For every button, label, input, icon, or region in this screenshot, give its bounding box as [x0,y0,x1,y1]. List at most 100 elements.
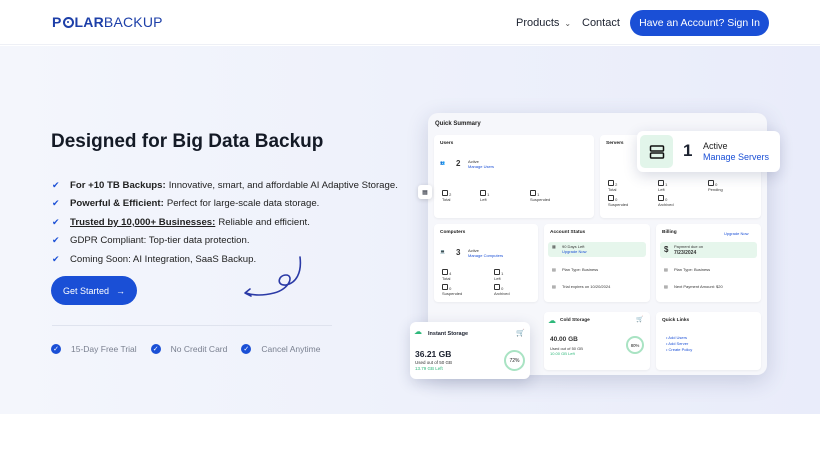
chevron-down-icon: ⌄ [564,18,572,28]
account-status-title: Account Status [550,230,586,235]
feature-item: ✔ GDPR Compliant: Top-tier data protectio… [52,232,398,251]
box-icon [494,269,500,275]
servers-left-stat: 1 Left [658,180,667,192]
stat-label: Suspended [442,291,463,297]
cold-storage-size: 40.00 GB [550,336,578,343]
instant-storage-used: Used out of 50 GB [415,360,453,365]
computers-total-stat: 4 Total [442,269,451,281]
box-icon [442,284,448,290]
polar-backup-logo[interactable]: P LAR BACKUP [52,14,163,30]
sign-in-button[interactable]: Have an Account? Sign In [630,10,769,36]
badge-label: No Credit Card [170,344,228,354]
check-icon: ✔ [52,198,60,209]
cart-icon[interactable]: 🛒 [516,329,525,337]
cold-storage-card: ☁ Cold Storage 🛒 40.00 GB Used out of 50… [544,312,650,370]
card-icon: ▤ [664,284,668,289]
servers-archived-stat: 0 Archived [658,195,674,207]
quick-link-create-policy[interactable]: • Create Policy [666,347,692,352]
quick-link-add-server[interactable]: • Add Server [666,341,688,346]
get-started-button[interactable]: Get Started → [51,276,137,305]
stat-label: Archived [494,291,510,297]
cold-storage-title: Cold Storage [560,318,590,323]
computers-card-title: Computers [440,230,466,235]
feature-text: Coming Soon: AI Integration, SaaS Backup… [70,253,257,265]
feature-text: Perfect for large-scale data storage. [166,198,320,210]
next-payment-text: Next Payment Amount: $20 [674,284,723,289]
users-card: Users 👥 2 Active Manage Users 2 Total 1 Le… [434,135,594,218]
stat-label: Left [658,187,665,193]
cloud-icon: ☁ [414,327,422,336]
feature-item: ✔ Powerful & Efficient: Perfect for large-… [52,195,398,214]
check-icon: ✔ [52,253,60,264]
stat-label: Archived [658,202,674,208]
feature-text: GDPR Compliant: Top-tier data protection… [70,235,250,247]
users-active-count: 2 [456,159,461,168]
account-status-card: Account Status ▦ 90 Days Left Upgrade No… [544,224,650,302]
divider [52,325,332,326]
servers-total-stat: 2 Total [608,180,617,192]
servers-card-title: Servers [606,141,624,146]
feature-item: ✔ For +10 TB Backups: Innovative, smart, a… [52,176,398,195]
dollar-icon: $ [664,245,669,254]
feature-item: ✔ Coming Soon: AI Integration, SaaS Backu… [52,250,398,269]
server-icon [640,135,673,168]
clock-icon: ▤ [552,284,556,289]
stat-label: Left [494,276,501,282]
instant-storage-left: 13.79 GB Left [415,366,443,371]
payment-due-date: 7/23/2024 [674,250,697,256]
arrow-right-icon: → [116,285,126,296]
trial-expiry-text: Trial expires on 10/20/2024 [562,284,611,289]
curved-arrow-icon [244,256,302,297]
manage-computers-link[interactable]: Manage Computers [468,253,503,258]
badge-free-trial: ✓ 15-Day Free Trial [51,344,137,354]
logo-text-p: P [52,14,62,30]
box-icon [708,180,714,186]
logo-text-backup: BACKUP [103,14,163,30]
stat-value: 1 [501,271,504,276]
box-icon [608,180,614,186]
quick-links-card: Quick Links • Add Users • Add Server • C… [656,312,761,370]
check-icon: ✔ [52,179,60,190]
manage-users-link[interactable]: Manage Users [468,164,494,169]
plan-icon: ▤ [552,267,556,272]
quick-link-label: Create Policy [668,347,693,352]
feature-text: Reliable and efficient. [218,216,310,228]
billing-title: Billing [662,230,677,235]
box-icon: ▦ [418,185,432,199]
cold-storage-left: 10.00 GB Left [550,351,575,356]
stat-value: 1 [665,182,668,187]
instant-storage-size: 36.21 GB [415,349,452,359]
cart-icon[interactable]: 🛒 [636,317,643,325]
upgrade-now-link[interactable]: Upgrade Now [562,249,586,254]
get-started-label: Get Started [62,285,110,296]
users-card-title: Users [440,141,454,146]
computers-suspended-stat: 0 Suspended [442,284,462,296]
box-icon [658,180,664,186]
instant-storage-title: Instant Storage [428,331,469,337]
box-icon [442,269,448,275]
billing-card: Billing Upgrade Now $ Payment due on 7/2… [656,224,761,302]
billing-upgrade-link[interactable]: Upgrade Now [724,231,748,236]
quick-links-title: Quick Links [662,318,690,323]
nav-contact-link[interactable]: Contact [582,17,620,29]
quick-link-label: Add Server [668,341,689,346]
check-circle-icon: ✓ [241,344,252,354]
feature-bold-link[interactable]: Trusted by 10,000+ Businesses: [70,217,215,228]
quick-link-add-users[interactable]: • Add Users [666,335,687,340]
badge-label: 15-Day Free Trial [71,344,137,354]
quick-summary-title: Quick Summary [435,121,481,127]
stat-label: Suspended [608,202,629,208]
logo-text-lar: LAR [74,14,104,30]
servers-active-count: 1 [683,141,693,160]
cold-storage-percent-ring: 80% [626,336,644,354]
trust-badges: ✓ 15-Day Free Trial ✓ No Credit Card ✓ Canc… [51,344,334,354]
users-floating-chip: ▦ [418,182,563,204]
top-navigation-bar: P LAR BACKUP Products ⌄ Contact Have an … [0,0,820,45]
feature-text: Innovative, smart, and affordable AI Ada… [168,179,398,191]
computers-archived-stat: 0 Archived [494,284,510,296]
stat-label: Pending [708,187,723,193]
feature-bold-label: Powerful & Efficient: [70,198,164,210]
nav-products-menu[interactable]: Products ⌄ [516,17,571,29]
badge-cancel-anytime: ✓ Cancel Anytime [241,344,320,354]
manage-servers-link[interactable]: Manage Servers [703,152,769,162]
